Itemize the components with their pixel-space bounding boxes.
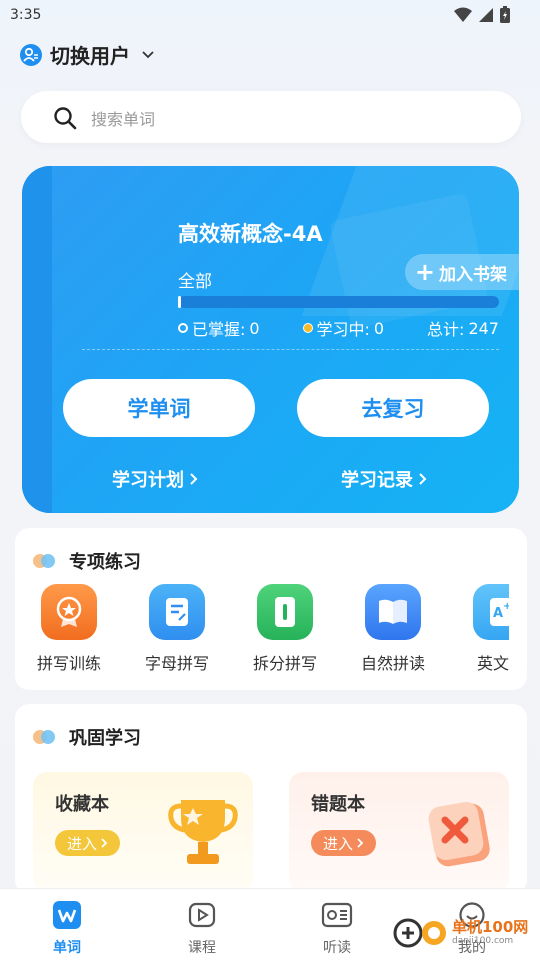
practice-item-split[interactable]: 拆分拼写 — [231, 584, 339, 674]
practice-item-label: 拆分拼写 — [252, 654, 317, 673]
practice-item-phonics[interactable]: 自然拼读 — [339, 584, 447, 674]
learning-count: 0 — [373, 318, 385, 338]
battery-icon — [500, 6, 510, 23]
tab-listen-read[interactable]: 听读 — [297, 901, 377, 957]
watermark: 单机100网 danji100.com — [392, 915, 528, 951]
total-count: 247 — [468, 318, 499, 338]
favorites-enter-button[interactable]: 进入 — [55, 830, 121, 856]
mastered-count: 0 — [249, 318, 260, 338]
divider — [82, 349, 499, 350]
chevron-right-icon — [419, 473, 427, 485]
open-book-icon — [365, 584, 421, 640]
status-bar: 3:35 — [0, 0, 540, 32]
favorites-title: 收藏本 — [55, 794, 109, 815]
consolidate-section: 巩固学习 收藏本 进入 错题本 进入 — [15, 704, 527, 894]
search-placeholder: 搜索单词 — [91, 110, 156, 129]
status-time: 3:35 — [10, 7, 42, 23]
wrong-answer-icon — [428, 801, 490, 867]
book-scope[interactable]: 全部 — [178, 267, 212, 292]
learning-label: 学习中: — [316, 320, 370, 339]
mistakes-card[interactable]: 错题本 进入 — [289, 772, 509, 892]
section-header: 专项练习 — [33, 548, 141, 574]
mastered-stat: 已掌握: 0 — [178, 316, 260, 340]
learn-words-button[interactable]: 学单词 — [63, 379, 255, 437]
section-dots-icon — [33, 730, 55, 744]
book-title: 高效新概念-4A — [178, 222, 323, 246]
section-title: 专项练习 — [69, 552, 141, 573]
section-dots-icon — [33, 554, 55, 568]
add-to-shelf-label: 加入书架 — [439, 264, 507, 285]
tab-label: 单词 — [53, 940, 81, 956]
practice-item-label: 拼写训练 — [36, 654, 101, 673]
practice-items: 拼写训练 字母拼写 拆分拼写 自然拼读 A+ 英文选 — [15, 584, 509, 684]
words-tab-icon — [53, 901, 81, 929]
practice-item-label: 字母拼写 — [144, 654, 209, 673]
add-to-shelf-button[interactable]: + 加入书架 — [404, 254, 519, 290]
review-button[interactable]: 去复习 — [297, 379, 489, 437]
current-book-card: 高效新概念-4A + 加入书架 全部 已掌握: 0 学习中: 0 总计: 247 学单… — [22, 166, 519, 513]
watermark-text: 单机100网 — [452, 918, 529, 936]
mistakes-enter-button[interactable]: 进入 — [311, 830, 377, 856]
letter-card-icon — [149, 584, 205, 640]
svg-text:A: A — [493, 606, 503, 621]
signal-icon — [479, 7, 493, 22]
book-stats: 已掌握: 0 学习中: 0 总计: 247 — [178, 316, 499, 340]
chevron-right-icon — [101, 838, 108, 848]
tab-label: 课程 — [188, 940, 216, 956]
plus-icon: + — [414, 258, 435, 286]
status-icons — [454, 6, 510, 23]
watermark-url: danji100.com — [452, 936, 514, 946]
progress-bar — [178, 296, 499, 308]
user-switch-label: 切换用户 — [50, 44, 130, 68]
mastered-dot-icon — [178, 323, 188, 333]
watermark-logo-icon — [393, 918, 446, 948]
chevron-down-icon — [142, 50, 154, 58]
total-stat: 总计: 247 — [427, 316, 499, 340]
practice-item-spelling[interactable]: 拼写训练 — [15, 584, 123, 674]
english-choice-icon: A + — [473, 584, 509, 640]
mistakes-title: 错题本 — [311, 794, 365, 815]
tab-courses[interactable]: 课程 — [162, 901, 242, 957]
favorites-card[interactable]: 收藏本 进入 — [33, 772, 253, 892]
mastered-label: 已掌握: — [192, 320, 246, 339]
chevron-right-icon — [357, 838, 364, 848]
study-record-label: 学习记录 — [341, 470, 413, 491]
spelling-badge-icon — [41, 584, 97, 640]
practice-item-label: 英文选 — [476, 654, 509, 673]
practice-item-label: 自然拼读 — [360, 654, 425, 673]
trophy-icon — [168, 800, 238, 864]
learning-dot-icon — [302, 323, 313, 333]
section-title: 巩固学习 — [69, 728, 141, 749]
user-switch[interactable]: 切换用户 — [20, 40, 154, 69]
play-video-icon — [188, 902, 216, 928]
tab-words[interactable]: 单词 — [27, 901, 107, 957]
tab-label: 听读 — [323, 940, 351, 956]
chevron-right-icon — [190, 473, 198, 485]
section-header: 巩固学习 — [33, 724, 141, 750]
split-card-icon — [257, 584, 313, 640]
book-spine — [22, 166, 52, 513]
search-bar[interactable]: 搜索单词 — [21, 91, 521, 143]
enter-label: 进入 — [323, 834, 354, 853]
study-plan-link[interactable]: 学习计划 — [112, 466, 198, 492]
svg-text:+: + — [503, 601, 509, 612]
progress-fill — [178, 296, 182, 308]
enter-label: 进入 — [67, 834, 98, 853]
learning-stat: 学习中: 0 — [302, 316, 385, 340]
special-practice-section: 专项练习 拼写训练 字母拼写 拆分拼写 自然拼读 A + 英文 — [15, 528, 527, 690]
practice-item-english-choice[interactable]: A+ 英文选 — [447, 584, 509, 674]
study-record-link[interactable]: 学习记录 — [341, 466, 427, 492]
wifi-icon — [454, 7, 472, 22]
practice-item-letter[interactable]: 字母拼写 — [123, 584, 231, 674]
listen-card-icon — [321, 902, 353, 928]
total-label: 总计: — [427, 320, 465, 339]
study-plan-label: 学习计划 — [112, 470, 184, 491]
search-icon — [54, 107, 77, 130]
user-switch-icon — [20, 43, 42, 66]
